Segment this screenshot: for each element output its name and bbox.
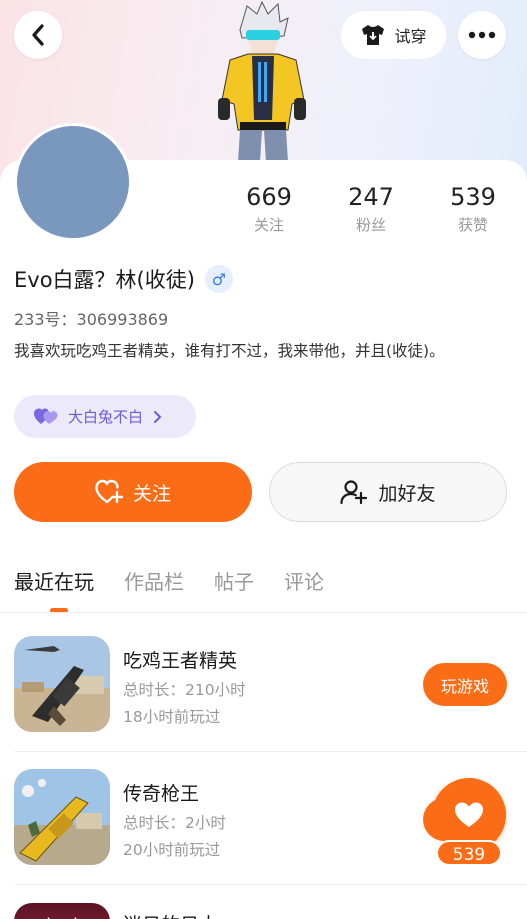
profile-bio: 我喜欢玩吃鸡王者精英，谁有打不过，我来带他，并且(收徒)。 xyxy=(14,342,445,360)
game-name: 吃鸡王者精英 xyxy=(123,650,238,672)
heart-icon xyxy=(455,802,483,827)
game-thumbnail[interactable] xyxy=(14,769,110,865)
guild-chip[interactable]: 大白兔不白 xyxy=(14,395,196,438)
stat-likes[interactable]: 539 获赞 xyxy=(433,182,513,235)
add-user-icon xyxy=(340,480,368,505)
game-name: 传奇枪王 xyxy=(123,783,200,805)
game-total-duration: 总时长：210小时 xyxy=(123,681,246,699)
game-last-played: 20小时前玩过 xyxy=(123,841,221,859)
play-game-button[interactable]: 玩游戏 xyxy=(423,663,507,706)
stat-following[interactable]: 669 关注 xyxy=(229,182,309,235)
stat-likes-value: 539 xyxy=(450,183,496,211)
row-divider xyxy=(14,884,527,885)
stat-fans-label: 粉丝 xyxy=(355,216,386,234)
guild-label: 大白兔不白 xyxy=(68,408,144,426)
game-last-played: 18小时前玩过 xyxy=(123,708,221,726)
chevron-left-icon xyxy=(32,24,44,46)
character-avatar-figure xyxy=(218,0,306,162)
profile-uid: 233号：306993869 xyxy=(14,310,169,329)
tab-comments[interactable]: 评论 xyxy=(284,566,324,595)
tab-recently-played[interactable]: 最近在玩 xyxy=(14,566,94,595)
add-friend-label: 加好友 xyxy=(378,482,436,505)
try-on-button[interactable]: 试穿 xyxy=(341,11,446,59)
game-thumbnail[interactable] xyxy=(14,903,110,919)
stat-likes-label: 获赞 xyxy=(457,216,488,234)
back-button[interactable] xyxy=(14,11,62,59)
profile-name: Evo白露？林(收徒) xyxy=(14,268,195,292)
add-friend-button[interactable]: 加好友 xyxy=(269,462,507,522)
game-cover-image xyxy=(14,636,110,732)
game-cover-image xyxy=(47,917,77,919)
male-gender-icon: ♂ xyxy=(204,265,233,293)
stat-fans[interactable]: 247 粉丝 xyxy=(331,182,411,235)
heart-plus-icon xyxy=(95,479,123,504)
tab-posts[interactable]: 帖子 xyxy=(214,566,254,595)
double-heart-icon xyxy=(34,408,58,424)
stat-following-label: 关注 xyxy=(253,216,284,234)
tshirt-icon xyxy=(362,25,385,45)
more-dots-icon xyxy=(468,31,496,39)
game-total-duration: 总时长：2小时 xyxy=(123,814,226,832)
try-on-label: 试穿 xyxy=(394,27,427,46)
tab-works[interactable]: 作品栏 xyxy=(124,566,184,595)
profile-avatar[interactable] xyxy=(14,123,132,241)
stat-fans-value: 247 xyxy=(348,183,394,211)
follow-label: 关注 xyxy=(132,482,171,505)
follow-button[interactable]: 关注 xyxy=(14,462,252,522)
game-thumbnail[interactable] xyxy=(14,636,110,732)
game-name: 迷日的日士 xyxy=(123,910,218,919)
chevron-right-icon xyxy=(154,410,162,423)
tabs-divider xyxy=(0,612,527,613)
floating-like-count: 539 xyxy=(436,840,502,866)
game-list-item[interactable]: 吃鸡王者精英 总时长：210小时 18小时前玩过 玩游戏 xyxy=(14,636,513,768)
more-options-button[interactable] xyxy=(458,11,506,59)
row-divider xyxy=(14,751,527,752)
profile-tabs: 最近在玩 作品栏 帖子 评论 xyxy=(14,566,324,595)
stat-following-value: 669 xyxy=(246,183,292,211)
profile-name-row: Evo白露？林(收徒) ♂ xyxy=(14,264,233,294)
game-cover-image xyxy=(14,769,110,865)
